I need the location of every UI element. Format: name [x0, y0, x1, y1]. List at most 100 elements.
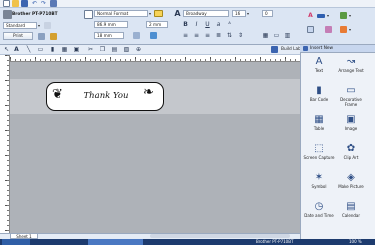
taskbar-app[interactable] — [88, 239, 143, 245]
drawing-toolbar — [0, 45, 300, 55]
cursor-icon[interactable]: ↖ — [3, 46, 10, 53]
insert-item-label: Text — [314, 68, 324, 73]
chevron-down-icon[interactable]: ▾ — [148, 10, 152, 17]
insert-item-label: Table — [313, 126, 325, 131]
copy-icon[interactable]: ❐ — [99, 46, 106, 53]
underline-icon[interactable]: U — [204, 21, 211, 28]
insert-image[interactable]: ▣ Image — [334, 114, 368, 138]
insert-symbol[interactable]: ✶ Symbol — [302, 172, 336, 196]
redo-icon[interactable]: ↷ — [40, 0, 47, 7]
insert-text[interactable]: A Text — [302, 56, 336, 80]
tape-select[interactable]: Standard — [3, 22, 37, 29]
open-icon[interactable] — [12, 0, 19, 7]
grid-icon[interactable]: ▦ — [262, 32, 269, 39]
calendar-icon: ▤ — [346, 201, 356, 212]
tape-icon[interactable] — [44, 22, 51, 29]
vertical-align-icon[interactable]: ⇕ — [237, 32, 244, 39]
line-style-icon[interactable] — [340, 26, 347, 33]
text-style-icon[interactable]: A — [307, 12, 314, 19]
start-button[interactable] — [2, 239, 30, 245]
save-icon[interactable] — [21, 0, 28, 7]
tools-icon[interactable] — [50, 33, 57, 40]
insert-screen-capture[interactable]: ⬚ Screen Capture — [302, 143, 336, 167]
picture-tool-icon[interactable]: ▣ — [73, 46, 80, 53]
fill-color-icon[interactable] — [317, 14, 325, 18]
align-center-icon[interactable]: ≡ — [193, 32, 200, 39]
justify-icon[interactable]: ≣ — [215, 32, 222, 39]
paper-icon — [84, 10, 93, 19]
statusbar-zoom[interactable]: 100 % — [349, 239, 362, 245]
chevron-down-icon[interactable]: ▾ — [37, 22, 41, 29]
insert-clip-art[interactable]: ✿ Clip Art — [334, 143, 368, 167]
shape-style-icon[interactable] — [307, 26, 314, 33]
insert-item-label: Screen Capture — [303, 155, 335, 160]
print-icon[interactable] — [50, 0, 57, 7]
settings-icon[interactable] — [38, 33, 45, 40]
symbol-icon: ✶ — [314, 172, 324, 183]
cut-icon[interactable]: ✂ — [87, 46, 94, 53]
chevron-down-icon[interactable]: ▾ — [348, 26, 352, 33]
build-label-icon[interactable] — [271, 46, 278, 53]
outline-icon[interactable]: a — [215, 21, 222, 28]
italic-icon[interactable]: I — [193, 21, 200, 28]
insert-item-label: Image — [344, 126, 358, 131]
bold-icon[interactable]: B — [182, 21, 189, 28]
make-picture-icon: ◈ — [347, 172, 355, 183]
margin-field[interactable]: 2 mm — [146, 21, 168, 28]
chevron-down-icon[interactable]: ▾ — [348, 12, 352, 19]
chevron-down-icon[interactable]: ▾ — [246, 10, 250, 17]
insert-date-time[interactable]: ◷ Date and Time — [302, 201, 336, 225]
color-icon[interactable] — [150, 32, 157, 39]
zoom-icon[interactable]: ⊕ — [135, 46, 142, 53]
fit-text-icon[interactable]: ▥ — [284, 32, 291, 39]
superscript-icon[interactable]: ᴬ — [226, 21, 233, 28]
format-select[interactable]: Normal Format — [94, 10, 148, 17]
print-button[interactable]: Print — [3, 32, 33, 40]
label-text[interactable]: Thank You — [76, 91, 136, 101]
spacing-field[interactable]: 0 — [262, 10, 273, 17]
orientation-icon[interactable] — [133, 32, 140, 39]
barcode-tool-icon[interactable]: ▮ — [49, 46, 56, 53]
text-tool-icon[interactable]: A — [13, 46, 20, 53]
border-icon[interactable]: ▭ — [273, 32, 280, 39]
width-field[interactable]: 86.9 mm — [94, 21, 128, 28]
statusbar-printer: Brother PT-P710BT — [256, 239, 294, 244]
pen-icon[interactable] — [340, 12, 347, 19]
taskbar — [0, 239, 375, 245]
highlight-icon[interactable] — [154, 10, 163, 17]
font-name-select[interactable]: Broadway — [183, 10, 229, 17]
heart-ornament-icon: ❦ — [52, 87, 63, 102]
insert-item-label: Calendar — [342, 213, 360, 218]
font-size-field[interactable]: 16 — [232, 10, 246, 17]
rectangle-tool-icon[interactable]: ▭ — [37, 46, 44, 53]
undo-icon[interactable]: ↶ — [31, 0, 38, 7]
chevron-down-icon[interactable]: ▾ — [326, 12, 330, 19]
text-direction-icon[interactable]: ⇅ — [226, 32, 233, 39]
insert-make-picture[interactable]: ◈ Make Picture — [334, 172, 368, 196]
new-icon[interactable] — [3, 0, 10, 7]
insert-item-label: Make Picture — [338, 184, 364, 189]
barcode-icon: ▮ — [316, 85, 322, 96]
printer-name: Brother PT-P710BT — [12, 12, 58, 17]
font-icon: A — [174, 9, 181, 18]
insert-arrange-text[interactable]: ↝ Arrange Text — [334, 56, 368, 80]
insert-table[interactable]: ▦ Table — [302, 114, 336, 138]
insert-calendar[interactable]: ▤ Calendar — [334, 201, 368, 225]
length-field[interactable]: 18 mm — [94, 32, 124, 39]
printer-icon — [3, 10, 12, 19]
horizontal-ruler — [10, 55, 300, 62]
align-left-icon[interactable]: ≡ — [182, 32, 189, 39]
paste-icon[interactable]: ▤ — [111, 46, 118, 53]
insert-bar-code[interactable]: ▮ Bar Code — [302, 85, 336, 109]
insert-decorative-frame[interactable]: ▭ Decorative Frame — [334, 85, 368, 109]
line-tool-icon[interactable]: ╲ — [25, 46, 32, 53]
layout-icon[interactable]: ▧ — [123, 46, 130, 53]
insert-item-label: Clip Art — [343, 155, 359, 160]
horizontal-scrollbar[interactable] — [150, 234, 290, 238]
table-tool-icon[interactable]: ▦ — [61, 46, 68, 53]
arrange-text-icon: ↝ — [346, 56, 356, 67]
vertical-ruler — [0, 55, 10, 233]
shadow-icon[interactable] — [325, 26, 332, 33]
align-right-icon[interactable]: ≡ — [204, 32, 211, 39]
insert-item-label: Date and Time — [304, 213, 334, 218]
